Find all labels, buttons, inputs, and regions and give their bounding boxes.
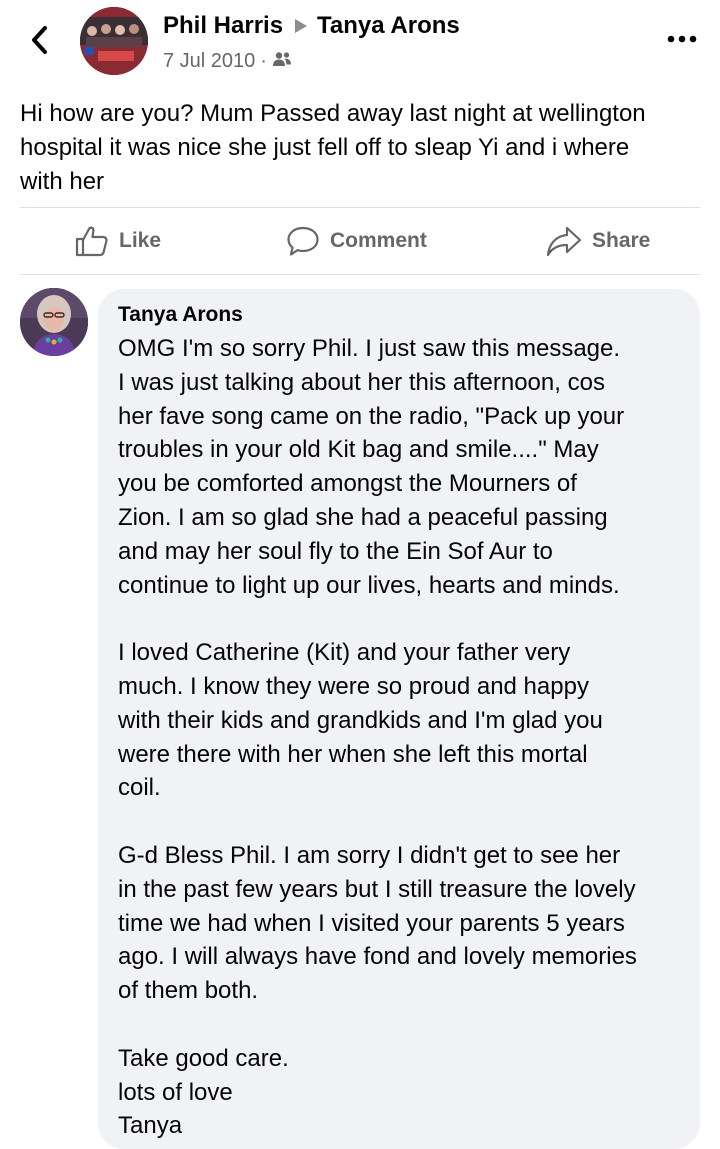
back-button[interactable] [22, 20, 58, 60]
comment-icon [287, 226, 319, 256]
share-icon [546, 226, 582, 257]
friends-icon [272, 50, 292, 73]
thumbs-up-icon [75, 226, 108, 257]
more-options-button[interactable] [662, 26, 702, 52]
share-label: Share [592, 229, 651, 252]
commenter-avatar[interactable] [20, 288, 88, 356]
comment-text: OMG I'm so sorry Phil. I just saw this m… [118, 335, 637, 1140]
post-title: Phil Harris Tanya Arons [163, 12, 460, 40]
post-date[interactable]: 7 Jul 2010 [163, 50, 255, 73]
comment-label: Comment [330, 229, 427, 252]
divider-bottom [20, 274, 700, 275]
post-text: Hi how are you? Mum Passed away last nig… [20, 100, 646, 195]
meta-separator: · [260, 50, 267, 72]
more-horizontal-icon [667, 35, 697, 43]
share-button[interactable]: Share [546, 208, 650, 274]
chevron-left-icon [32, 26, 47, 54]
post-header: Phil Harris Tanya Arons 7 Jul 2010 · [0, 0, 720, 86]
commenter-name[interactable]: Tanya Arons [118, 303, 243, 327]
triangle-right-icon [294, 18, 308, 34]
author-avatar[interactable] [80, 7, 148, 75]
like-label: Like [119, 229, 162, 252]
author-name[interactable]: Phil Harris [163, 12, 283, 40]
action-bar: Like Comment Share [20, 208, 700, 274]
target-name[interactable]: Tanya Arons [317, 12, 460, 40]
comment-button[interactable]: Comment [286, 208, 427, 274]
post-meta: 7 Jul 2010 · [163, 50, 292, 73]
like-button[interactable]: Like [75, 208, 161, 274]
